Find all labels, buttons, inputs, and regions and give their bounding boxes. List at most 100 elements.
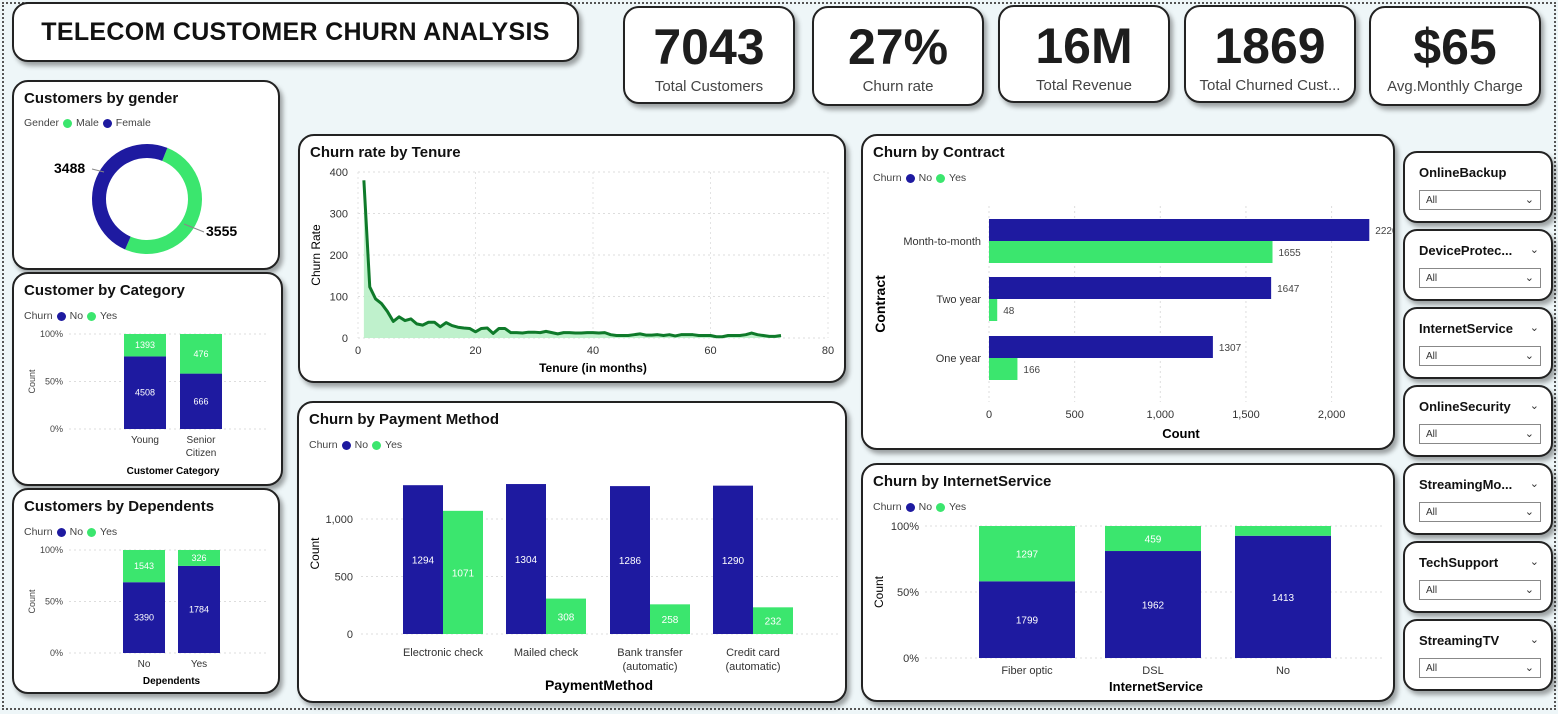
data-label-yes: 258 — [662, 615, 679, 626]
slicer-title: StreamingMo... — [1419, 477, 1513, 492]
y-tick-label: 0% — [50, 648, 63, 658]
gender-chart-card[interactable]: Customers by gender Gender Male Female 3… — [12, 80, 280, 270]
data-label-no: 3390 — [134, 613, 154, 623]
dependents-chart-svg: 0% 50% 100% Count 3390 1543 No 1784 326 Yes Depend… — [27, 545, 269, 687]
slicer-value: All — [1426, 195, 1438, 206]
slicer-title: DeviceProtec... — [1419, 243, 1513, 258]
donut-slice-male — [125, 147, 202, 254]
chevron-down-icon[interactable]: ⌄ — [1530, 555, 1539, 568]
title-card: TELECOM CUSTOMER CHURN ANALYSIS — [12, 2, 579, 62]
dependents-chart-card[interactable]: Customers by Dependents Churn No Yes 0% 5… — [12, 488, 280, 694]
contract-chart-svg: 0 500 1,000 1,500 2,000 2220 1655 Month-to-mont… — [872, 206, 1393, 441]
chevron-down-icon: ⌄ — [1524, 272, 1534, 284]
kpi-churn-rate[interactable]: 27% Churn rate — [812, 6, 984, 106]
internet-chart-svg: 0% 50% 100% 1799 1297 Fiber optic 1962 459 DSL 14… — [872, 521, 1383, 694]
bar-no — [989, 219, 1370, 241]
chevron-down-icon[interactable]: ⌄ — [1530, 633, 1539, 646]
slicer-dropdown[interactable]: All ⌄ — [1419, 190, 1541, 210]
gender-donut-svg: 3555 3488 — [54, 144, 237, 254]
x-tick-label: No — [1276, 665, 1290, 677]
slicer-title: OnlineBackup — [1419, 165, 1507, 180]
x-tick-label: 1,500 — [1232, 409, 1260, 421]
data-label-yes: 1071 — [452, 568, 475, 579]
category-chart-card[interactable]: Customer by Category Churn No Yes 0% 50% 1… — [12, 272, 283, 486]
chevron-down-icon[interactable]: ⌄ — [1530, 321, 1539, 334]
data-label-no: 666 — [193, 396, 208, 406]
slicer-dropdown[interactable]: All ⌄ — [1419, 580, 1541, 600]
kpi-value: 1869 — [1214, 18, 1326, 74]
y-tick-label: 50% — [45, 377, 63, 387]
slicer-tech-support[interactable]: TechSupport ⌄ All ⌄ — [1403, 541, 1553, 613]
kpi-total-churned[interactable]: 1869 Total Churned Cust... — [1184, 5, 1356, 103]
slicer-streaming-tv[interactable]: StreamingTV ⌄ All ⌄ — [1403, 619, 1553, 691]
data-label-yes: 476 — [193, 349, 208, 359]
payment-chart-card[interactable]: Churn by Payment Method Churn No Yes 0 50… — [297, 401, 847, 703]
slicer-dropdown[interactable]: All ⌄ — [1419, 502, 1541, 522]
x-axis-label: Customer Category — [127, 466, 220, 477]
chevron-down-icon[interactable]: ⌄ — [1530, 399, 1539, 412]
slicer-dropdown[interactable]: All ⌄ — [1419, 424, 1541, 444]
tenure-chart-card[interactable]: Churn rate by Tenure 0 100 200 300 400 0 20 40 6… — [298, 134, 846, 383]
slicer-title: TechSupport — [1419, 555, 1499, 570]
chevron-down-icon[interactable]: ⌄ — [1530, 477, 1539, 490]
slicer-title: OnlineSecurity — [1419, 399, 1511, 414]
x-tick-label: Mailed check — [514, 647, 579, 659]
data-label-no: 1304 — [515, 555, 538, 566]
kpi-label: Total Revenue — [1036, 77, 1132, 94]
x-tick-label: Electronic check — [403, 647, 484, 659]
x-tick-label: 500 — [1065, 409, 1083, 421]
chevron-down-icon: ⌄ — [1524, 194, 1534, 206]
x-axis-label: PaymentMethod — [545, 677, 653, 693]
chevron-down-icon: ⌄ — [1524, 662, 1534, 674]
x-tick-label: Senior — [187, 435, 217, 446]
bar-segment-yes — [1235, 526, 1331, 536]
slicer-dropdown[interactable]: All ⌄ — [1419, 268, 1541, 288]
tenure-chart-svg: 0 100 200 300 400 0 20 40 60 80 Tenure (in months)… — [309, 167, 834, 375]
slicer-dropdown[interactable]: All ⌄ — [1419, 658, 1541, 678]
y-tick-label: 100 — [330, 292, 348, 304]
data-label-no: 1294 — [412, 556, 435, 567]
chevron-down-icon: ⌄ — [1524, 584, 1534, 596]
data-label-female: 3488 — [54, 160, 85, 176]
tenure-area — [363, 180, 781, 338]
bar-no — [989, 336, 1213, 358]
x-tick-label: Young — [131, 435, 159, 446]
data-label-yes: 232 — [765, 617, 782, 628]
kpi-total-customers[interactable]: 7043 Total Customers — [623, 6, 795, 104]
slicer-online-backup[interactable]: OnlineBackup All ⌄ — [1403, 151, 1553, 223]
chevron-down-icon: ⌄ — [1524, 506, 1534, 518]
data-label-yes: 1655 — [1279, 248, 1302, 259]
x-tick-label: 40 — [587, 345, 599, 357]
y-axis-label: Count — [308, 537, 322, 570]
chevron-down-icon: ⌄ — [1524, 428, 1534, 440]
contract-chart-card[interactable]: Churn by Contract Churn No Yes 0 500 1,000… — [861, 134, 1395, 450]
slicer-value: All — [1426, 429, 1438, 440]
slicer-dropdown[interactable]: All ⌄ — [1419, 346, 1541, 366]
bar-no — [989, 277, 1272, 299]
x-tick-label: Fiber optic — [1001, 665, 1053, 677]
data-label-yes: 166 — [1023, 365, 1040, 376]
data-label-yes: 459 — [1145, 535, 1162, 546]
kpi-value: 16M — [1035, 18, 1133, 74]
kpi-total-revenue[interactable]: 16M Total Revenue — [998, 5, 1170, 103]
slicer-internet-service[interactable]: InternetService ⌄ All ⌄ — [1403, 307, 1553, 379]
data-label-yes: 326 — [191, 553, 206, 563]
x-tick-label: 20 — [469, 345, 481, 357]
slicer-online-security[interactable]: OnlineSecurity ⌄ All ⌄ — [1403, 385, 1553, 457]
bar-yes — [989, 241, 1273, 263]
slicer-streaming-movies[interactable]: StreamingMo... ⌄ All ⌄ — [1403, 463, 1553, 535]
data-label-yes: 1297 — [1016, 550, 1039, 561]
donut-slice-female — [92, 144, 168, 250]
x-tick-label: No — [138, 659, 151, 670]
y-tick-label: 100% — [891, 521, 919, 533]
kpi-avg-monthly-charge[interactable]: $65 Avg.Monthly Charge — [1369, 6, 1541, 106]
slicer-device-protection[interactable]: DeviceProtec... ⌄ All ⌄ — [1403, 229, 1553, 301]
x-tick-label: 60 — [704, 345, 716, 357]
y-axis-label: Count — [872, 575, 886, 608]
payment-chart-svg: 0 500 1,000 1294 1071 Electronic check 1304 308… — [308, 484, 839, 693]
internet-chart-card[interactable]: Churn by InternetService Churn No Yes 0%… — [861, 463, 1395, 702]
chevron-down-icon[interactable]: ⌄ — [1530, 243, 1539, 256]
data-label-yes: 1393 — [135, 340, 155, 350]
y-axis-label: Count — [27, 369, 37, 394]
data-label-no: 4508 — [135, 388, 155, 398]
